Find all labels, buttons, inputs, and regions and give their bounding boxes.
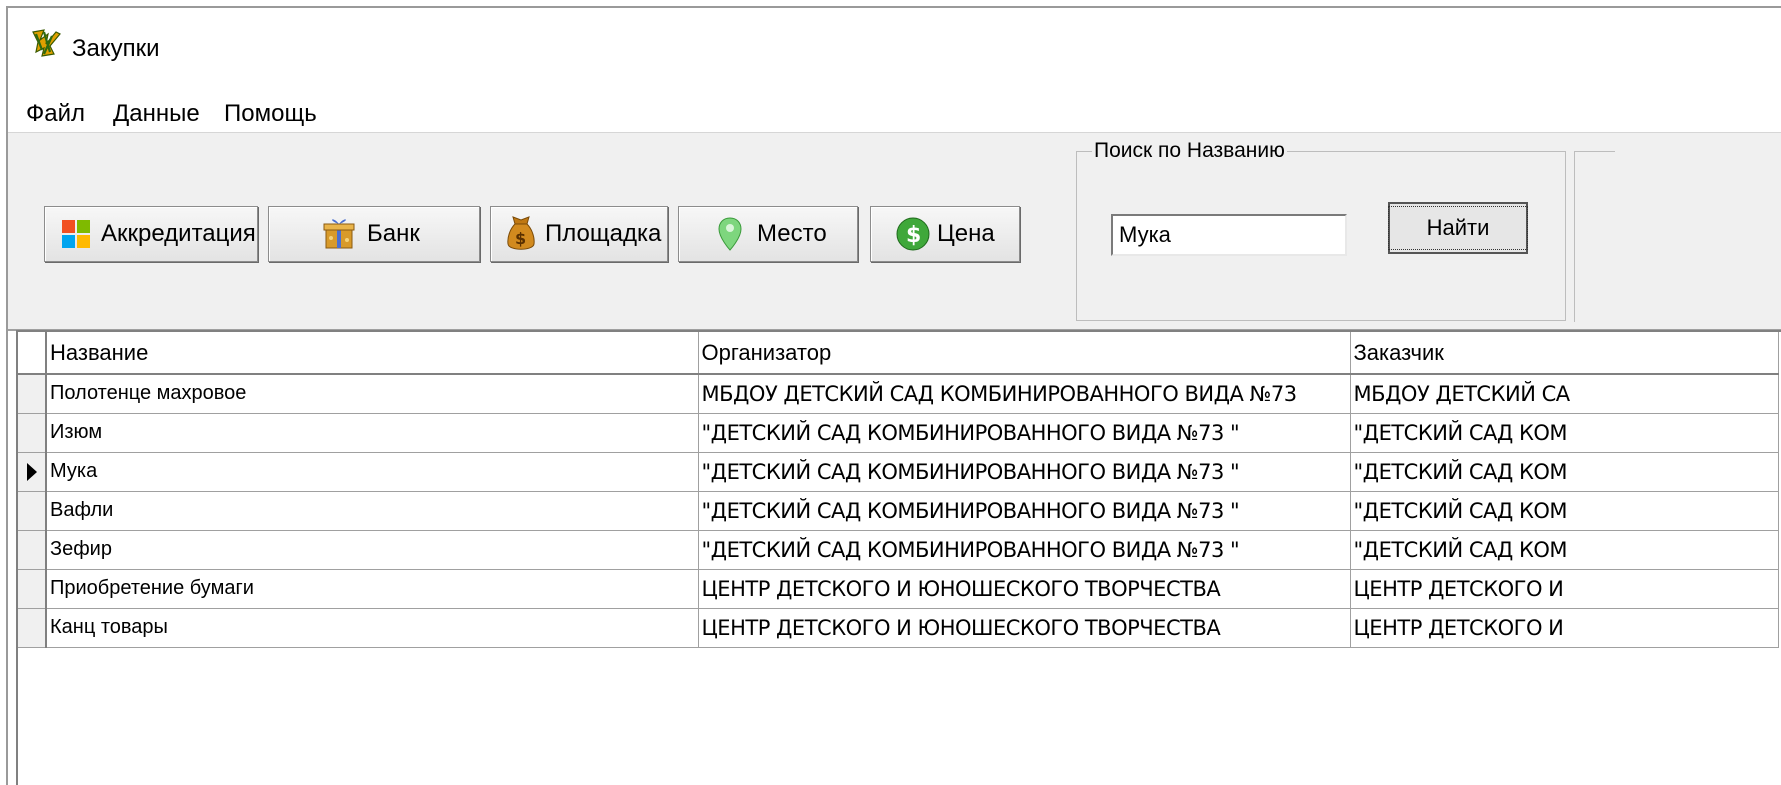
row-indicator-cell[interactable] <box>18 413 47 453</box>
price-button-label: Цена <box>937 220 995 247</box>
dollar-coin-icon: $ <box>896 217 930 251</box>
purchases-table: Название Организатор Заказчик Полотенце … <box>18 332 1779 648</box>
row-indicator-cell[interactable] <box>18 374 47 414</box>
menu-help[interactable]: Помощь <box>224 100 317 128</box>
bank-button[interactable]: Банк <box>268 206 480 262</box>
cell-organizer[interactable]: "ДЕТСКИЙ САД КОМБИНИРОВАННОГО ВИДА №73 " <box>698 491 1351 531</box>
accreditation-button[interactable]: Аккредитация <box>44 206 258 262</box>
bank-button-label: Банк <box>367 220 420 247</box>
platform-button[interactable]: $ Площадка <box>490 206 668 262</box>
window-title: Закупки <box>72 35 160 62</box>
column-header-organizer[interactable]: Организатор <box>698 332 1351 375</box>
cell-name[interactable]: Изюм <box>46 413 699 453</box>
menu-bar: Файл Данные Помощь <box>8 94 1781 130</box>
table-row[interactable]: Вафли "ДЕТСКИЙ САД КОМБИНИРОВАННОГО ВИДА … <box>18 491 1779 531</box>
place-button[interactable]: Место <box>678 206 858 262</box>
find-button-label: Найти <box>1387 206 1529 250</box>
cell-organizer[interactable]: ЦЕНТР ДЕТСКОГО И ЮНОШЕСКОГО ТВОРЧЕСТВА <box>698 569 1351 609</box>
cell-organizer[interactable]: "ДЕТСКИЙ САД КОМБИНИРОВАННОГО ВИДА №73 " <box>698 413 1351 453</box>
table-row[interactable]: Приобретение бумаги ЦЕНТР ДЕТСКОГО И ЮНОШ… <box>18 569 1779 609</box>
windows-logo-icon <box>62 220 90 248</box>
row-indicator-cell[interactable] <box>18 608 47 648</box>
cell-organizer[interactable]: "ДЕТСКИЙ САД КОМБИНИРОВАННОГО ВИДА №73 " <box>698 452 1351 492</box>
cell-customer[interactable]: "ДЕТСКИЙ САД КОМ <box>1350 452 1779 492</box>
table-row[interactable]: Канц товары ЦЕНТР ДЕТСКОГО И ЮНОШЕСКОГО Т… <box>18 608 1779 648</box>
right-group-frame <box>1574 151 1615 322</box>
cell-name[interactable]: Приобретение бумаги <box>46 569 699 609</box>
table-row[interactable]: Полотенце махровое МБДОУ ДЕТСКИЙ САД КОМБ… <box>18 374 1779 414</box>
title-bar: Закупки <box>8 8 1781 82</box>
app-logo-icon <box>32 29 61 57</box>
location-pin-icon <box>718 217 742 251</box>
row-indicator-cell[interactable] <box>18 452 47 492</box>
header-indicator-cell <box>18 332 47 375</box>
cell-name[interactable]: Мука <box>46 452 699 492</box>
row-indicator-cell[interactable] <box>18 530 47 570</box>
search-input[interactable] <box>1111 214 1347 256</box>
find-button[interactable]: Найти <box>1387 202 1529 254</box>
table-header-row: Название Организатор Заказчик <box>18 332 1779 375</box>
cell-name[interactable]: Полотенце махровое <box>46 374 699 414</box>
current-row-arrow-icon <box>27 462 37 481</box>
cell-customer[interactable]: "ДЕТСКИЙ САД КОМ <box>1350 491 1779 531</box>
bank-gift-icon <box>323 219 355 249</box>
menu-data[interactable]: Данные <box>113 100 200 128</box>
cell-customer[interactable]: МБДОУ ДЕТСКИЙ СА <box>1350 374 1779 414</box>
cell-customer[interactable]: "ДЕТСКИЙ САД КОМ <box>1350 413 1779 453</box>
purchases-grid[interactable]: Название Организатор Заказчик Полотенце … <box>16 330 1781 785</box>
cell-customer[interactable]: ЦЕНТР ДЕТСКОГО И <box>1350 608 1779 648</box>
cell-name[interactable]: Зефир <box>46 530 699 570</box>
row-indicator-cell[interactable] <box>18 569 47 609</box>
place-button-label: Место <box>757 220 827 247</box>
price-button[interactable]: $ Цена <box>870 206 1020 262</box>
cell-name[interactable]: Вафли <box>46 491 699 531</box>
platform-button-label: Площадка <box>545 220 662 247</box>
search-group-label: Поиск по Названию <box>1092 139 1287 163</box>
cell-name[interactable]: Канц товары <box>46 608 699 648</box>
accreditation-button-label: Аккредитация <box>101 220 256 247</box>
money-bag-icon: $ <box>507 216 535 250</box>
cell-customer[interactable]: ЦЕНТР ДЕТСКОГО И <box>1350 569 1779 609</box>
app-window: Закупки Файл Данные Помощь Аккредитация … <box>6 6 1781 785</box>
cell-organizer[interactable]: "ДЕТСКИЙ САД КОМБИНИРОВАННОГО ВИДА №73 " <box>698 530 1351 570</box>
table-row[interactable]: Зефир "ДЕТСКИЙ САД КОМБИНИРОВАННОГО ВИДА … <box>18 530 1779 570</box>
column-header-name[interactable]: Название <box>46 332 699 375</box>
table-row[interactable]: Мука "ДЕТСКИЙ САД КОМБИНИРОВАННОГО ВИДА №… <box>18 452 1779 492</box>
row-indicator-cell[interactable] <box>18 491 47 531</box>
svg-text:$: $ <box>515 229 526 248</box>
cell-organizer[interactable]: ЦЕНТР ДЕТСКОГО И ЮНОШЕСКОГО ТВОРЧЕСТВА <box>698 608 1351 648</box>
column-header-customer[interactable]: Заказчик <box>1350 332 1779 375</box>
cell-customer[interactable]: "ДЕТСКИЙ САД КОМ <box>1350 530 1779 570</box>
menu-file[interactable]: Файл <box>26 100 85 128</box>
svg-text:$: $ <box>906 223 921 248</box>
table-row[interactable]: Изюм "ДЕТСКИЙ САД КОМБИНИРОВАННОГО ВИДА №… <box>18 413 1779 453</box>
cell-organizer[interactable]: МБДОУ ДЕТСКИЙ САД КОМБИНИРОВАННОГО ВИДА … <box>698 374 1351 414</box>
